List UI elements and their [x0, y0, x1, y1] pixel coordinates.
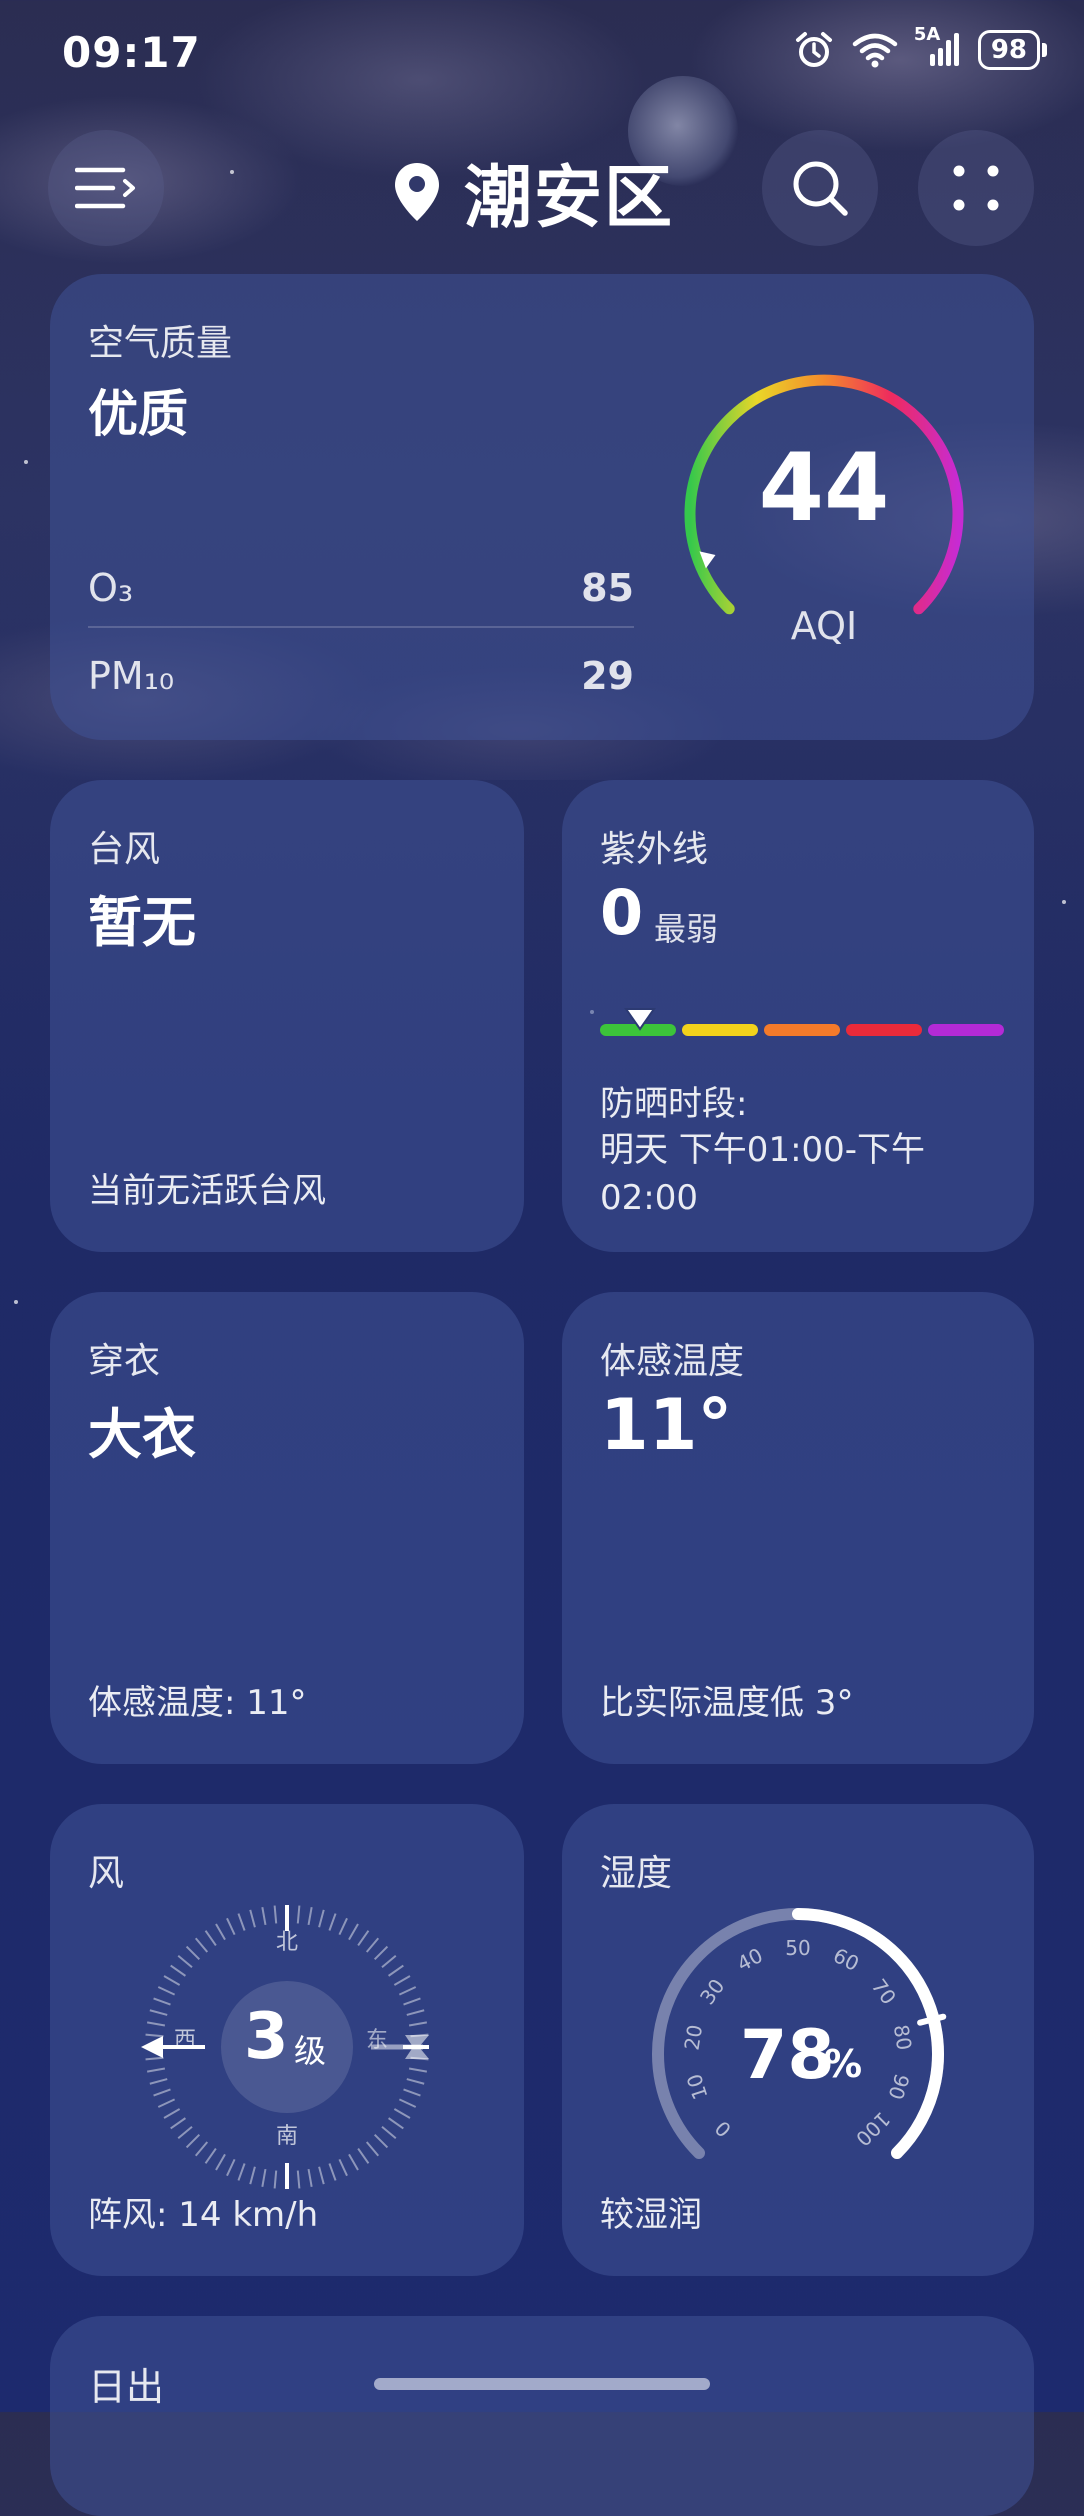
sunscreen-time: 明天 下午01:00-下午02:00 — [600, 1130, 926, 1218]
air-quality-title: 空气质量 — [88, 323, 233, 364]
wind-level-unit: 级 — [294, 2032, 327, 2070]
compass-east-label: 东 — [366, 2028, 389, 2053]
star-decoration — [1062, 900, 1066, 904]
wifi-icon — [852, 32, 898, 68]
star-decoration — [24, 460, 28, 464]
typhoon-card[interactable]: 台风 暂无 当前无活跃台风 — [50, 780, 524, 1252]
uv-card[interactable]: 紫外线 0 最弱 防晒时段: 明天 下午01:00-下午02:00 — [562, 780, 1034, 1252]
divider — [88, 626, 634, 628]
signal-icon: 5A — [914, 24, 960, 68]
humidity-tick-label: 50 — [785, 1936, 810, 1960]
humidity-tick-label: 100 — [851, 2107, 895, 2151]
menu-button[interactable] — [48, 130, 164, 246]
aqi-value: 44 — [758, 434, 890, 543]
humidity-tick-label: 10 — [682, 2071, 713, 2103]
star-decoration — [230, 170, 234, 174]
compass-west-label: 西 — [174, 2028, 197, 2053]
air-quality-card[interactable]: 空气质量 优质 O₃ 85 PM₁₀ 29 44 AQI — [50, 274, 1034, 740]
humidity-tick-label: 90 — [883, 2071, 914, 2103]
more-options-button[interactable] — [918, 130, 1034, 246]
clothing-card[interactable]: 穿衣 大衣 体感温度: 11° — [50, 1292, 524, 1764]
pollutant-name: O₃ — [88, 566, 134, 610]
pollutant-name: PM₁₀ — [88, 654, 175, 698]
typhoon-title: 台风 — [88, 829, 161, 870]
uv-marker-icon — [624, 1008, 657, 1031]
typhoon-note: 当前无活跃台风 — [88, 1171, 326, 1211]
humidity-tick-label: 0 — [710, 2116, 736, 2142]
feels-like-title: 体感温度 — [600, 1341, 745, 1382]
uv-value: 0 — [600, 876, 644, 949]
pollutant-row: O₃ 85 — [88, 566, 634, 610]
humidity-tick-label: 80 — [889, 2023, 917, 2052]
humidity-tick-label: 30 — [695, 1974, 729, 2009]
humidity-tick-label: 20 — [679, 2023, 707, 2052]
search-button[interactable] — [762, 130, 878, 246]
status-icons: 5A 98 — [794, 24, 1048, 70]
feels-like-card[interactable]: 体感温度 11° 比实际温度低 3° — [562, 1292, 1034, 1764]
clothing-note: 体感温度: 11° — [88, 1683, 307, 1723]
typhoon-value: 暂无 — [88, 891, 196, 954]
humidity-card[interactable]: 湿度 0 10 20 30 40 50 60 70 80 90 100 78 % 较湿润 — [562, 1804, 1034, 2276]
grid-dots-icon — [953, 165, 999, 211]
air-quality-level: 优质 — [88, 385, 188, 443]
sunscreen-label: 防晒时段: — [600, 1084, 748, 1124]
compass-north-label: 北 — [275, 1930, 298, 1955]
clothing-title: 穿衣 — [88, 1341, 161, 1382]
wind-level: 3 — [244, 2000, 289, 2074]
clothing-value: 大衣 — [88, 1403, 196, 1466]
uv-scale-segment — [682, 1024, 758, 1036]
pollutant-value: 85 — [581, 566, 634, 610]
wind-title: 风 — [88, 1853, 125, 1894]
uv-scale-segment — [764, 1024, 840, 1036]
location-pin-icon — [395, 162, 439, 221]
feels-like-note: 比实际温度低 3° — [600, 1683, 854, 1723]
humidity-tick-label: 60 — [829, 1943, 863, 1976]
battery-indicator: 98 — [977, 30, 1048, 70]
uv-level: 最弱 — [654, 910, 719, 948]
uv-scale-segment — [846, 1024, 922, 1036]
uv-scale-bar — [600, 1024, 1004, 1036]
aqi-label: AQI — [790, 604, 858, 648]
humidity-title: 湿度 — [600, 1853, 673, 1894]
alarm-icon — [794, 30, 834, 70]
humidity-note: 较湿润 — [600, 2195, 702, 2235]
star-decoration — [14, 1300, 18, 1304]
home-indicator[interactable] — [374, 2378, 710, 2390]
uv-scale-segment — [928, 1024, 1004, 1036]
humidity-unit: % — [824, 2042, 863, 2086]
sunrise-title: 日出 — [88, 2365, 165, 2409]
pollutant-row: PM₁₀ 29 — [88, 654, 634, 698]
uv-title: 紫外线 — [600, 829, 709, 870]
pollutant-value: 29 — [581, 654, 634, 698]
humidity-value: 78 — [740, 2016, 835, 2095]
location-title[interactable]: 潮安区 — [392, 142, 674, 241]
wind-card[interactable]: 风 北 南 西 东 3 级 阵风: 14 km/h — [50, 1804, 524, 2276]
search-icon — [793, 161, 848, 216]
network-type-label: 5A — [913, 24, 941, 45]
status-time: 09:17 — [62, 28, 201, 77]
compass-south-label: 南 — [275, 2124, 298, 2149]
sunrise-card[interactable]: 日出 — [50, 2316, 1034, 2516]
menu-icon — [75, 167, 135, 209]
wind-gust: 阵风: 14 km/h — [88, 2195, 319, 2235]
status-bar: 09:17 5A 98 — [0, 0, 1084, 110]
feels-like-value: 11° — [600, 1384, 733, 1466]
location-name: 潮安区 — [464, 159, 675, 238]
humidity-tick-label: 40 — [733, 1943, 767, 1976]
humidity-tick-label: 70 — [867, 1974, 901, 2009]
